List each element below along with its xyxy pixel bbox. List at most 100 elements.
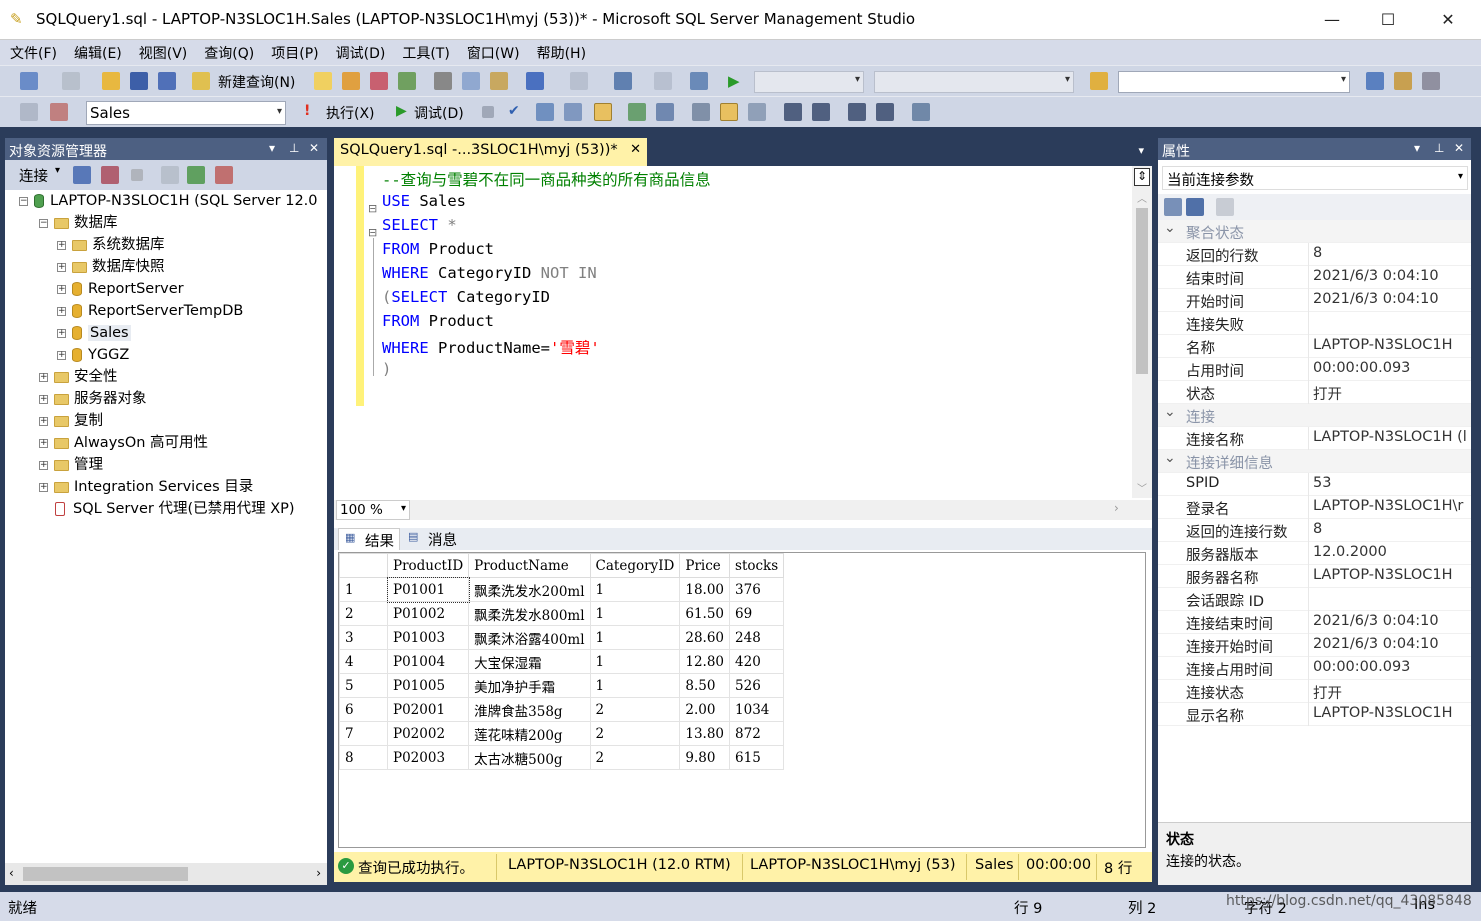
tree-server-objects[interactable]: + 服务器对象 bbox=[39, 388, 147, 410]
table-row[interactable]: 7 P02002 莲花味精200g 2 13.80 872 bbox=[339, 721, 785, 746]
property-row[interactable]: 连接名称 LAPTOP-N3SLOC1H (l bbox=[1158, 427, 1471, 450]
property-category[interactable]: ⌄ 聚合状态 bbox=[1158, 220, 1471, 243]
table-cell[interactable]: 872 bbox=[729, 721, 785, 746]
property-row[interactable]: 结束时间 2021/6/3 0:04:10 bbox=[1158, 266, 1471, 289]
save-icon[interactable] bbox=[130, 72, 148, 90]
object-selector[interactable]: 当前连接参数 ▾ bbox=[1162, 166, 1468, 190]
table-cell[interactable]: 18.00 bbox=[679, 577, 731, 602]
table-cell[interactable]: 太古冰糖500g bbox=[468, 745, 591, 770]
property-category[interactable]: ⌄ 连接详细信息 bbox=[1158, 450, 1471, 473]
change-connection-icon[interactable] bbox=[50, 103, 68, 121]
find-combo[interactable]: ▾ bbox=[1118, 71, 1350, 93]
pin-icon[interactable]: ⊥ bbox=[1434, 141, 1444, 155]
table-cell[interactable]: P02001 bbox=[386, 697, 470, 722]
table-cell[interactable]: 526 bbox=[729, 673, 785, 698]
estimated-plan-icon[interactable] bbox=[536, 103, 554, 121]
table-cell[interactable]: 420 bbox=[729, 649, 785, 674]
paste-icon[interactable] bbox=[490, 72, 508, 90]
table-cell[interactable]: P01004 bbox=[386, 649, 470, 674]
close-pane-icon[interactable]: ✕ bbox=[309, 141, 319, 155]
find-icon[interactable] bbox=[654, 72, 672, 90]
table-cell[interactable]: 2 bbox=[589, 745, 681, 770]
property-row[interactable]: 连接开始时间 2021/6/3 0:04:10 bbox=[1158, 634, 1471, 657]
property-row[interactable]: SPID 53 bbox=[1158, 473, 1471, 496]
copy-icon[interactable] bbox=[462, 72, 480, 90]
dropdown-icon[interactable]: ▾ bbox=[1414, 141, 1420, 155]
tools-icon[interactable] bbox=[1422, 72, 1440, 90]
expand-icon[interactable]: + bbox=[57, 262, 66, 272]
property-row[interactable]: 服务器版本 12.0.2000 bbox=[1158, 542, 1471, 565]
tree-replication[interactable]: + 复制 bbox=[39, 410, 103, 432]
column-header[interactable]: ProductID bbox=[386, 553, 470, 578]
categorized-icon[interactable] bbox=[1164, 198, 1182, 216]
collapse-icon[interactable]: − bbox=[19, 196, 28, 206]
tree-database-snapshots[interactable]: + 数据库快照 bbox=[57, 256, 165, 278]
maximize-button[interactable]: ☐ bbox=[1368, 6, 1408, 34]
table-cell[interactable]: 1 bbox=[589, 601, 681, 626]
property-row[interactable]: 返回的行数 8 bbox=[1158, 243, 1471, 266]
close-pane-icon[interactable]: ✕ bbox=[1454, 141, 1464, 155]
column-header[interactable]: stocks bbox=[729, 553, 785, 578]
collapse-icon[interactable]: ⌄ bbox=[1164, 404, 1176, 420]
platform-combo[interactable]: ▾ bbox=[874, 71, 1074, 93]
scroll-thumb[interactable] bbox=[23, 867, 188, 881]
table-cell[interactable]: P02002 bbox=[386, 721, 470, 746]
tab-messages[interactable]: ▤ 消息 bbox=[404, 528, 466, 550]
query-designer-icon[interactable] bbox=[564, 103, 582, 121]
property-row[interactable]: 连接失败 bbox=[1158, 312, 1471, 335]
table-cell[interactable]: 2 bbox=[589, 721, 681, 746]
alphabetical-icon[interactable] bbox=[1186, 198, 1204, 216]
intellisense-icon[interactable] bbox=[628, 103, 646, 121]
tree-security[interactable]: + 安全性 bbox=[39, 366, 118, 388]
expand-icon[interactable]: + bbox=[39, 394, 48, 404]
tab-dropdown-icon[interactable]: ▾ bbox=[1138, 144, 1144, 157]
scroll-left-icon[interactable]: ‹ bbox=[9, 866, 14, 880]
analysis-query-icon[interactable] bbox=[342, 72, 360, 90]
scroll-down-icon[interactable]: ﹀ bbox=[1137, 480, 1147, 495]
comment-icon[interactable] bbox=[784, 103, 802, 121]
cancel-query-icon[interactable] bbox=[482, 106, 494, 118]
expand-icon[interactable]: + bbox=[57, 240, 66, 250]
row-number-cell[interactable]: 4 bbox=[339, 649, 388, 674]
navigate-icon[interactable] bbox=[614, 72, 632, 90]
horizontal-scrollbar[interactable]: ‹ › bbox=[5, 863, 327, 885]
row-number-cell[interactable]: 6 bbox=[339, 697, 388, 722]
table-cell[interactable]: 1 bbox=[589, 649, 681, 674]
property-row[interactable]: 名称 LAPTOP-N3SLOC1H bbox=[1158, 335, 1471, 358]
property-row[interactable]: 连接占用时间 00:00:00.093 bbox=[1158, 657, 1471, 680]
results-to-file-icon[interactable] bbox=[748, 103, 766, 121]
table-cell[interactable]: P01003 bbox=[386, 625, 470, 650]
expand-icon[interactable]: + bbox=[57, 284, 66, 294]
activity-icon[interactable] bbox=[215, 166, 233, 184]
row-number-cell[interactable]: 5 bbox=[339, 673, 388, 698]
cut-icon[interactable] bbox=[434, 72, 452, 90]
table-cell[interactable]: 1 bbox=[589, 625, 681, 650]
dropdown-icon[interactable]: ▾ bbox=[269, 141, 275, 155]
row-number-cell[interactable]: 7 bbox=[339, 721, 388, 746]
property-row[interactable]: 连接结束时间 2021/6/3 0:04:10 bbox=[1158, 611, 1471, 634]
menu-debug[interactable]: 调试(D) bbox=[326, 40, 393, 63]
save-all-icon[interactable] bbox=[158, 72, 176, 90]
new-project-icon[interactable] bbox=[20, 72, 38, 90]
menu-help[interactable]: 帮助(H) bbox=[527, 40, 593, 63]
solution-config-combo[interactable]: ▾ bbox=[754, 71, 864, 93]
table-cell[interactable]: 61.50 bbox=[679, 601, 731, 626]
table-cell[interactable]: P01002 bbox=[386, 601, 470, 626]
table-cell[interactable]: 飘柔沐浴露400ml bbox=[468, 625, 591, 650]
tab-sqlquery1[interactable]: SQLQuery1.sql -...3SLOC1H\myj (53))* ✕ bbox=[334, 138, 647, 166]
expand-icon[interactable]: + bbox=[57, 328, 66, 338]
table-cell[interactable]: 8.50 bbox=[679, 673, 731, 698]
chevron-down-icon[interactable]: ▾ bbox=[55, 165, 60, 176]
increase-indent-icon[interactable] bbox=[876, 103, 894, 121]
column-header[interactable]: CategoryID bbox=[589, 553, 681, 578]
expand-icon[interactable]: + bbox=[39, 482, 48, 492]
add-item-icon[interactable] bbox=[62, 72, 80, 90]
row-number-cell[interactable]: 2 bbox=[339, 601, 388, 626]
menu-project[interactable]: 项目(P) bbox=[261, 40, 325, 63]
include-actual-plan-icon[interactable] bbox=[656, 103, 674, 121]
table-cell[interactable]: 1 bbox=[589, 673, 681, 698]
outline-collapse-icon[interactable]: ⊟ bbox=[368, 202, 377, 215]
minimize-button[interactable]: — bbox=[1312, 6, 1352, 34]
row-number-cell[interactable]: 1 bbox=[339, 577, 388, 602]
table-cell[interactable]: 1 bbox=[589, 577, 681, 602]
